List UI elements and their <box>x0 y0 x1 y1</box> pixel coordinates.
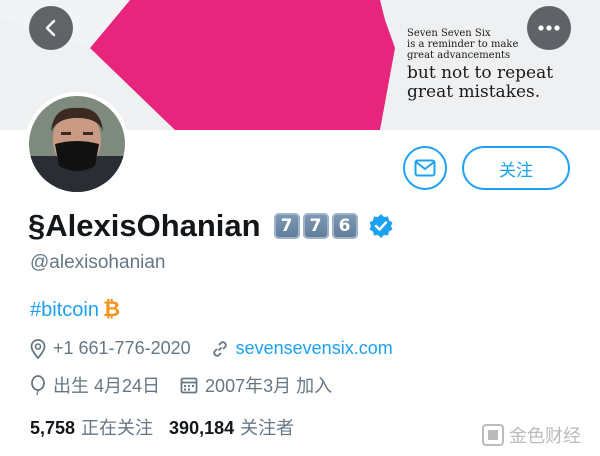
verified-badge-icon <box>369 214 393 238</box>
following-stat[interactable]: 5,758 正在关注 <box>30 414 153 440</box>
location-pin-icon <box>30 338 46 359</box>
banner-small-line: great advancements <box>407 50 511 61</box>
birthday-text: 出生 4月24日 <box>53 376 161 396</box>
envelope-icon <box>414 159 436 177</box>
link-icon <box>211 340 229 358</box>
joined-text: 2007年3月 加入 <box>205 376 333 396</box>
banner-small-text: Seven Seven Six is a reminder to make gr… <box>407 28 518 61</box>
bio: #bitcoin ₿ <box>30 298 120 322</box>
avatar-image <box>29 96 125 192</box>
followers-count: 390,184 <box>169 418 235 438</box>
message-button[interactable] <box>403 146 447 190</box>
location-text: +1 661-776-2020 <box>53 338 191 358</box>
website-link[interactable]: sevensevensix.com <box>236 338 393 359</box>
followers-label: 关注者 <box>240 418 295 438</box>
keycap-emoji: 7 <box>302 213 329 239</box>
more-options-button[interactable] <box>527 6 571 50</box>
watermark-logo-icon <box>482 424 504 446</box>
birthday-joined-row: 出生 4月24日 2007年3月 加入 <box>30 372 332 398</box>
avatar[interactable] <box>25 92 129 196</box>
banner-small-line: Seven Seven Six <box>407 28 491 39</box>
calendar-icon <box>180 376 198 394</box>
keycap-emoji: 7 <box>273 213 300 239</box>
location-link-row: +1 661-776-2020 sevensevensix.com <box>30 338 393 359</box>
watermark: 金色财经 <box>482 422 581 448</box>
following-count: 5,758 <box>30 418 76 438</box>
back-button[interactable] <box>29 6 73 50</box>
banner-big-line: great mistakes. <box>407 82 541 102</box>
more-dots-icon <box>538 25 560 31</box>
follow-stats: 5,758 正在关注 390,184 关注者 <box>30 414 294 440</box>
balloon-icon <box>30 375 46 395</box>
chevron-left-icon <box>45 19 56 37</box>
bio-hashtag-link[interactable]: #bitcoin <box>30 299 99 322</box>
following-label: 正在关注 <box>81 418 154 438</box>
followers-stat[interactable]: 390,184 关注者 <box>169 414 294 440</box>
banner-small-line: is a reminder to make <box>407 39 519 50</box>
keycap-emoji: 6 <box>331 213 358 239</box>
display-name: §AlexisOhanian <box>28 208 261 243</box>
user-handle: @alexisohanian <box>30 252 166 273</box>
banner-big-line: but not to repeat <box>407 63 554 83</box>
follow-button[interactable]: 关注 <box>462 146 570 190</box>
watermark-text: 金色财经 <box>509 426 581 447</box>
bitcoin-emoji: ₿ <box>102 298 121 321</box>
keycap-emojis: 7 7 6 <box>271 213 358 239</box>
name-row: §AlexisOhanian 7 7 6 <box>28 208 394 244</box>
banner-big-text: but not to repeat great mistakes. <box>407 64 553 102</box>
